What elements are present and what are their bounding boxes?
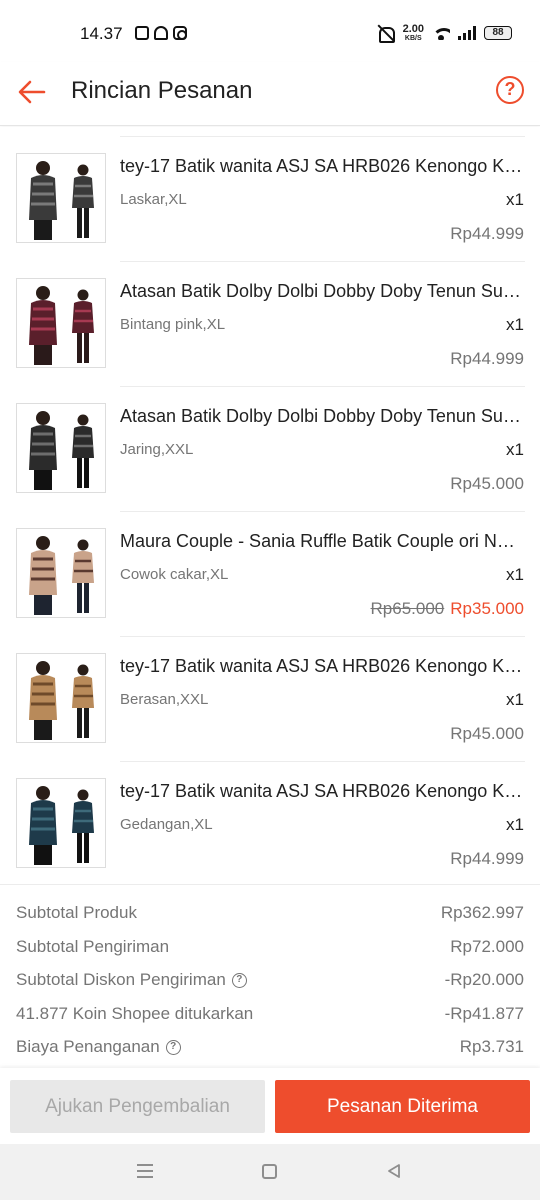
order-item[interactable]: Maura Couple - Sania Ruffle Batik Couple… [0,502,540,637]
product-variant: Jaring,XXL [120,441,194,458]
summary-value: Rp72.000 [450,936,524,956]
speed-unit: KB/S [404,35,422,42]
status-time: 14.37 [80,24,123,43]
product-price: Rp45.000 [450,474,524,493]
summary-label: Subtotal Pengiriman [16,936,170,956]
order-received-button[interactable]: Pesanan Diterima [275,1080,530,1133]
product-image[interactable] [16,528,106,618]
original-price: Rp65.000 [370,599,445,618]
action-bar: Ajukan Pengembalian Pesanan Diterima [0,1068,540,1144]
summary-label-wrap: Subtotal Diskon Pengiriman? [16,970,247,990]
product-image[interactable] [16,403,106,493]
product-name[interactable]: Atasan Batik Dolby Dolbi Dobby Doby Tenu… [120,281,524,302]
summary-row: Subtotal Diskon Pengiriman? -Rp20.000 [16,970,524,994]
summary-value: Rp362.997 [440,903,524,922]
battery-icon: 88 [484,26,512,40]
instagram-icon [173,26,187,40]
product-variant: Berasan,XXL [120,691,209,708]
contact-icon [154,26,168,40]
product-name[interactable]: Maura Couple - Sania Ruffle Batik Couple… [120,531,524,552]
product-image[interactable] [16,653,106,743]
summary-row: Subtotal Produk Rp362.997 [16,903,524,927]
order-item[interactable]: tey-17 Batik wanita ASJ SA HRB026 Kenong… [0,752,540,877]
summary-value: Rp3.731 [459,1037,524,1056]
back-arrow-icon[interactable] [16,76,48,108]
speed-value: 2.00 [402,23,424,35]
product-name[interactable]: tey-17 Batik wanita ASJ SA HRB026 Kenong… [120,156,524,177]
summary-label-wrap: Biaya Penanganan? [16,1037,181,1057]
product-variant: Bintang pink,XL [120,316,226,333]
product-name[interactable]: tey-17 Batik wanita ASJ SA HRB026 Kenong… [120,656,524,677]
status-bar: 14.37 2.00 KB/S 88 [0,0,540,62]
summary-label-wrap: Subtotal Produk [16,903,137,923]
product-price: Rp44.999 [450,224,524,243]
product-price: Rp44.999 [450,349,524,368]
system-icons: 2.00 KB/S 88 [375,23,512,43]
summary-label-wrap: Subtotal Pengiriman [16,937,169,957]
mute-icon [375,25,395,43]
product-variant: Gedangan,XL [120,816,213,833]
network-speed: 2.00 KB/S [402,23,424,43]
order-item[interactable]: tey-17 Batik wanita ASJ SA HRB026 Kenong… [0,127,540,262]
order-item[interactable]: Atasan Batik Dolby Dolbi Dobby Doby Tenu… [0,377,540,512]
summary-label: Subtotal Produk [16,903,137,922]
product-price: Rp44.999 [450,849,524,868]
product-quantity: x1 [506,690,524,709]
payment-summary: Subtotal Produk Rp362.997 Subtotal Pengiri… [0,884,540,1056]
summary-row: Biaya Penanganan? Rp3.731 [16,1037,524,1061]
product-quantity: x1 [506,815,524,834]
price-row: Rp65.000 Rp35.000 [371,599,524,619]
notification-icons [135,26,187,40]
back-triangle-icon[interactable] [386,1163,402,1179]
product-image[interactable] [16,778,106,868]
wifi-icon [432,26,450,40]
product-quantity: x1 [506,440,524,459]
gallery-icon [135,26,149,40]
product-image[interactable] [16,278,106,368]
app-header: Rincian Pesanan ? [0,62,540,126]
summary-label: 41.877 Koin Shopee ditukarkan [16,1003,254,1023]
help-icon[interactable]: ? [496,76,524,104]
product-price: Rp45.000 [450,724,524,743]
info-icon[interactable]: ? [165,1039,181,1055]
summary-label: Subtotal Diskon Pengiriman [16,970,226,989]
summary-value: -Rp20.000 [444,970,524,989]
product-name[interactable]: Atasan Batik Dolby Dolbi Dobby Doby Tenu… [120,406,524,427]
recent-apps-icon[interactable] [137,1164,153,1178]
product-quantity: x1 [506,315,524,334]
order-item[interactable]: Atasan Batik Dolby Dolbi Dobby Doby Tenu… [0,252,540,387]
page-title: Rincian Pesanan [71,77,253,104]
summary-row: 41.877 Koin Shopee ditukarkan -Rp41.877 [16,1004,524,1028]
product-quantity: x1 [506,565,524,584]
system-nav-bar [0,1144,540,1200]
signal-icon [458,26,476,40]
info-icon[interactable]: ? [231,972,247,988]
product-image[interactable] [16,153,106,243]
order-item[interactable]: tey-17 Batik wanita ASJ SA HRB026 Kenong… [0,627,540,762]
summary-value: -Rp41.877 [444,1003,524,1023]
summary-row: Subtotal Pengiriman Rp72.000 [16,937,524,961]
request-return-button[interactable]: Ajukan Pengembalian [10,1080,265,1133]
order-content: tey-17 Batik wanita ASJ SA HRB026 Kenong… [0,127,540,1067]
product-name[interactable]: tey-17 Batik wanita ASJ SA HRB026 Kenong… [120,781,524,802]
product-variant: Laskar,XL [120,191,187,208]
summary-label-wrap: 41.877 Koin Shopee ditukarkan [16,1004,253,1024]
summary-label: Biaya Penanganan [16,1037,160,1056]
discounted-price: Rp35.000 [450,599,524,618]
product-variant: Cowok cakar,XL [120,566,229,583]
product-quantity: x1 [506,190,524,209]
home-icon[interactable] [262,1164,277,1179]
